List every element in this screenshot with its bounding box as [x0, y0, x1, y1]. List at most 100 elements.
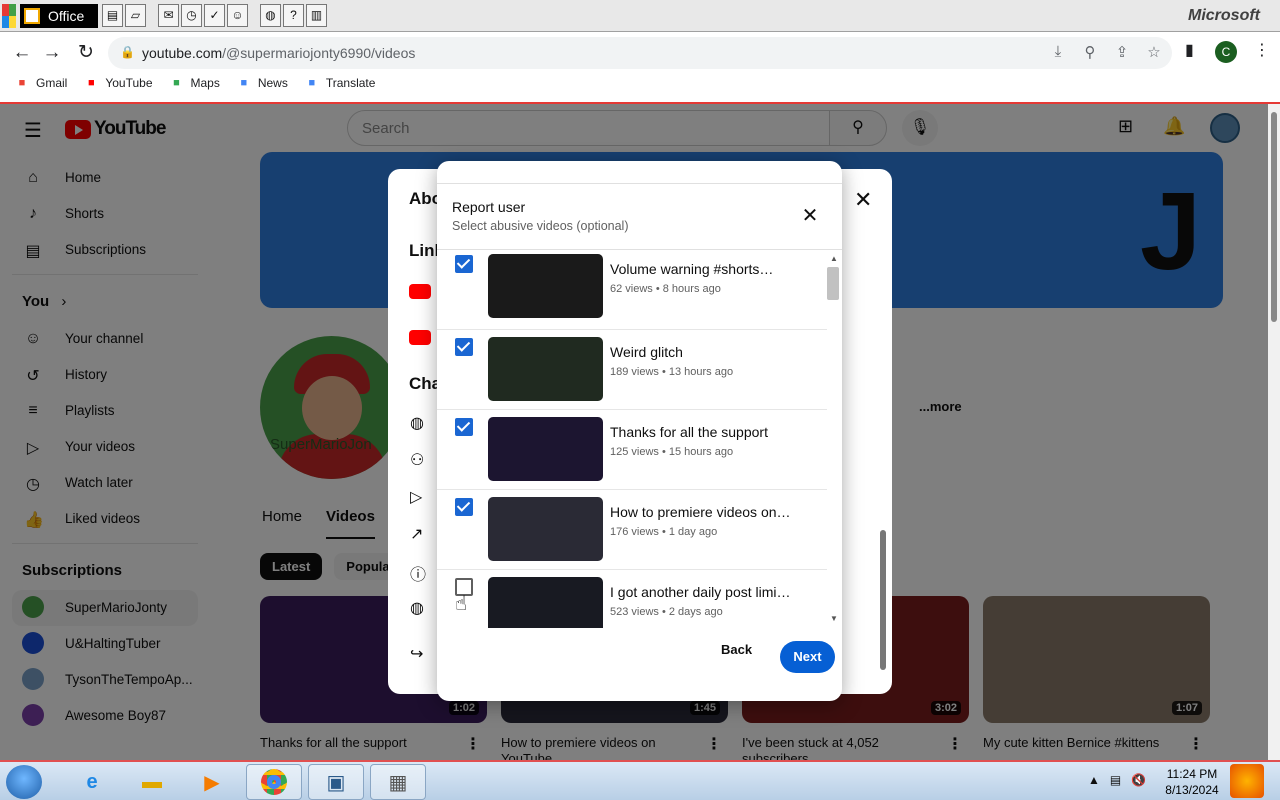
scroll-up-arrow-icon[interactable]: ▲ [830, 254, 838, 263]
taskbar: e ▬ ▶ ▣ ▦ ▲ ▤ 🔇 11:24 PM 8/13/2024 [0, 760, 1280, 800]
video-title: Weird glitch [610, 344, 683, 360]
report-title: Report user [452, 199, 526, 215]
about-scrollbar[interactable] [880, 530, 886, 670]
subscribers-icon: ⚇ [410, 452, 425, 469]
zoom-icon[interactable]: ⚲ [1080, 43, 1100, 61]
close-icon[interactable]: ✕ [854, 187, 872, 213]
forward-arrow-icon[interactable]: → [40, 41, 64, 65]
scroll-thumb[interactable] [827, 267, 839, 300]
schedule-icon[interactable]: ◷ [181, 4, 202, 27]
video-thumbnail [488, 254, 603, 318]
page-scrollbar[interactable] [1268, 104, 1280, 760]
new-document-icon[interactable]: ▤ [102, 4, 123, 27]
location-globe-icon: ◍ [410, 600, 424, 617]
chrome-icon[interactable] [246, 764, 302, 800]
close-icon[interactable]: ✕ [799, 203, 821, 228]
tray-arrow-icon[interactable]: ▲ [1088, 773, 1100, 787]
internet-explorer-icon[interactable]: e [64, 764, 120, 800]
video-title: Volume warning #shorts… [610, 261, 774, 277]
help-icon[interactable]: ? [283, 4, 304, 27]
profile-avatar[interactable]: C [1215, 41, 1237, 63]
translate-icon: ■ [308, 77, 316, 89]
install-icon[interactable]: ⤓ [1048, 43, 1068, 60]
video-select-list: Volume warning #shorts… 62 views • 8 hour… [437, 250, 827, 628]
office-icon [24, 8, 40, 24]
volume-muted-icon[interactable]: 🔇 [1131, 773, 1146, 787]
video-select-row[interactable]: Volume warning #shorts… 62 views • 8 hour… [437, 250, 827, 330]
file-explorer-icon[interactable]: ▬ [124, 764, 180, 800]
bookmark-star-icon[interactable]: ☆ [1144, 43, 1164, 61]
video-meta: 125 views • 15 hours ago [610, 446, 734, 458]
lock-icon: 🔒 [120, 45, 135, 59]
tasks-icon[interactable]: ✓ [204, 4, 225, 27]
browser-toolbar: ← → ↻ 🔒 youtube.com/@supermariojonty6990… [0, 33, 1280, 103]
book-icon[interactable]: ▥ [306, 4, 327, 27]
maps-icon: ■ [173, 77, 180, 89]
video-checkbox[interactable] [455, 255, 473, 273]
share-icon[interactable]: ⇪ [1112, 43, 1132, 61]
share-icon[interactable]: ↪ [410, 644, 423, 664]
video-checkbox[interactable] [455, 498, 473, 516]
back-arrow-icon[interactable]: ← [10, 41, 34, 65]
clock-date: 8/13/2024 [1165, 783, 1219, 797]
hand-cursor-icon: ☝ [455, 593, 468, 615]
microsoft-label: Microsoft [1188, 7, 1260, 24]
clock[interactable]: 11:24 PM 8/13/2024 [1156, 766, 1228, 798]
contacts-icon[interactable]: ☺ [227, 4, 248, 27]
video-title: How to premiere videos on… [610, 504, 791, 520]
report-user-dialog: Report user Select abusive videos (optio… [437, 161, 842, 701]
video-thumbnail [488, 417, 603, 481]
video-thumbnail [488, 497, 603, 561]
windows-flag-icon [2, 4, 16, 28]
video-thumbnail [488, 577, 603, 628]
youtube-icon: ■ [88, 77, 95, 89]
views-trend-icon: ↗ [410, 526, 424, 543]
list-scrollbar[interactable]: ▲ ▼ [827, 250, 841, 628]
back-button[interactable]: Back [721, 642, 752, 657]
bookmark-gmail[interactable]: ■ Gmail [14, 76, 68, 90]
news-icon: ■ [240, 77, 248, 89]
videos-icon: ▷ [410, 489, 423, 506]
youtube-link-icon[interactable] [409, 284, 431, 299]
video-checkbox[interactable] [455, 418, 473, 436]
video-select-row[interactable]: Thanks for all the support 125 views • 15… [437, 410, 827, 490]
info-icon: ⓘ [410, 567, 427, 584]
side-panel-icon[interactable]: ▮ [1185, 40, 1194, 60]
office-toolbar: Office ▤ ▱ ✉ ◷ ✓ ☺ ◍ ? ▥ Microsoft [0, 0, 1280, 32]
video-select-row[interactable]: Weird glitch 189 views • 13 hours ago [437, 330, 827, 410]
open-folder-icon[interactable]: ▱ [125, 4, 146, 27]
start-button[interactable] [6, 765, 42, 799]
system-tray: ▲ ▤ 🔇 [1088, 773, 1146, 787]
mail-icon[interactable]: ✉ [158, 4, 179, 27]
video-meta: 523 views • 2 days ago [610, 606, 723, 618]
menu-kebab-icon[interactable]: ⋮ [1254, 40, 1270, 60]
report-subtitle: Select abusive videos (optional) [452, 219, 629, 233]
youtube-link-icon[interactable] [409, 330, 431, 345]
video-title: I got another daily post limi… [610, 584, 791, 600]
next-button[interactable]: Next [780, 641, 835, 673]
bookmarks-bar: ■ Gmail ■ YouTube ■ Maps ■ News ■ Translate [14, 76, 376, 90]
app-cube-icon[interactable]: ▦ [370, 764, 426, 800]
address-bar[interactable]: 🔒 youtube.com/@supermariojonty6990/video… [108, 37, 1172, 69]
video-meta: 62 views • 8 hours ago [610, 283, 721, 295]
office-label: Office [48, 8, 85, 24]
gmail-icon: ■ [18, 77, 26, 89]
url-text: youtube.com/@supermariojonty6990/videos [142, 45, 416, 61]
scroll-down-arrow-icon[interactable]: ▼ [830, 614, 838, 623]
office-button[interactable]: Office [20, 4, 98, 28]
globe-icon[interactable]: ◍ [260, 4, 281, 27]
video-thumbnail [488, 337, 603, 401]
globe-icon: ◍ [410, 415, 424, 432]
bookmark-translate[interactable]: ■ Translate [304, 76, 376, 90]
app-window-icon[interactable]: ▣ [308, 764, 364, 800]
video-select-row[interactable]: I got another daily post limi… 523 views … [437, 570, 827, 628]
media-player-icon[interactable]: ▶ [184, 764, 240, 800]
bookmark-news[interactable]: ■ News [236, 76, 288, 90]
reload-icon[interactable]: ↻ [74, 41, 98, 65]
bookmark-maps[interactable]: ■ Maps [169, 76, 220, 90]
video-checkbox[interactable] [455, 338, 473, 356]
video-select-row[interactable]: How to premiere videos on… 176 views • 1 … [437, 490, 827, 570]
video-meta: 189 views • 13 hours ago [610, 366, 734, 378]
bookmark-youtube[interactable]: ■ YouTube [83, 76, 152, 90]
network-icon[interactable]: ▤ [1110, 773, 1121, 787]
